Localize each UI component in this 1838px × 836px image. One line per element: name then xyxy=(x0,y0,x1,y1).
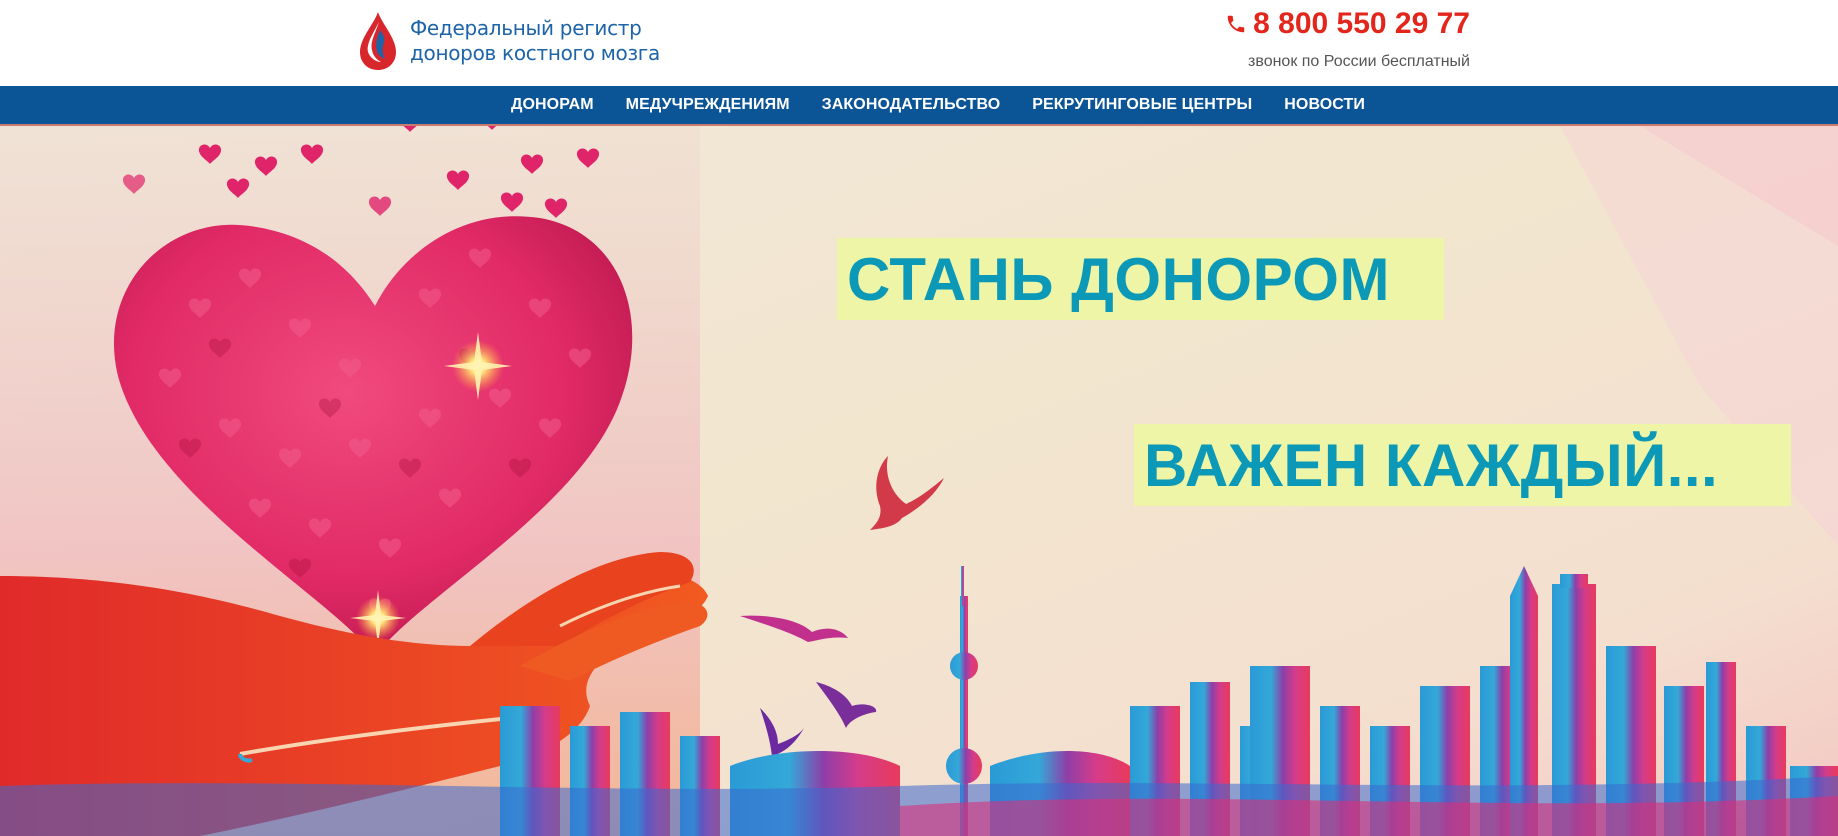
logo-line-1: Федеральный регистр xyxy=(410,16,642,40)
contact-block: 8 800 550 29 77 звонок по России бесплат… xyxy=(1225,6,1470,72)
site-header: Федеральный регистр доноров костного моз… xyxy=(0,0,1838,86)
nav-item-recruiting[interactable]: РЕКРУТИНГОВЫЕ ЦЕНТРЫ xyxy=(1032,96,1252,114)
nav-item-donors[interactable]: ДОНОРАМ xyxy=(511,96,594,114)
phone-link[interactable]: 8 800 550 29 77 xyxy=(1225,6,1470,42)
phone-icon xyxy=(1227,15,1245,33)
hero-banner: СТАНЬ ДОНОРОМ ВАЖЕН КАЖДЫЙ... xyxy=(0,126,1838,836)
hero-slogan-line-1: СТАНЬ ДОНОРОМ xyxy=(837,238,1444,320)
phone-note: звонок по России бесплатный xyxy=(1248,53,1470,70)
nav-item-medical[interactable]: МЕДУЧРЕЖДЕНИЯМ xyxy=(626,96,790,114)
blood-drop-logo-icon xyxy=(360,12,396,70)
nav-item-legislation[interactable]: ЗАКОНОДАТЕЛЬСТВО xyxy=(822,96,1001,114)
hero-slogan-line-2: ВАЖЕН КАЖДЫЙ... xyxy=(1134,424,1791,506)
nav-item-news[interactable]: НОВОСТИ xyxy=(1284,96,1365,114)
phone-number: 8 800 550 29 77 xyxy=(1253,7,1470,40)
main-nav: ДОНОРАМ МЕДУЧРЕЖДЕНИЯМ ЗАКОНОДАТЕЛЬСТВО … xyxy=(0,86,1838,126)
logo-wordmark: Федеральный регистр доноров костного моз… xyxy=(410,16,660,66)
logo-line-2: доноров костного мозга xyxy=(410,41,660,65)
site-logo[interactable]: Федеральный регистр доноров костного моз… xyxy=(358,8,660,74)
